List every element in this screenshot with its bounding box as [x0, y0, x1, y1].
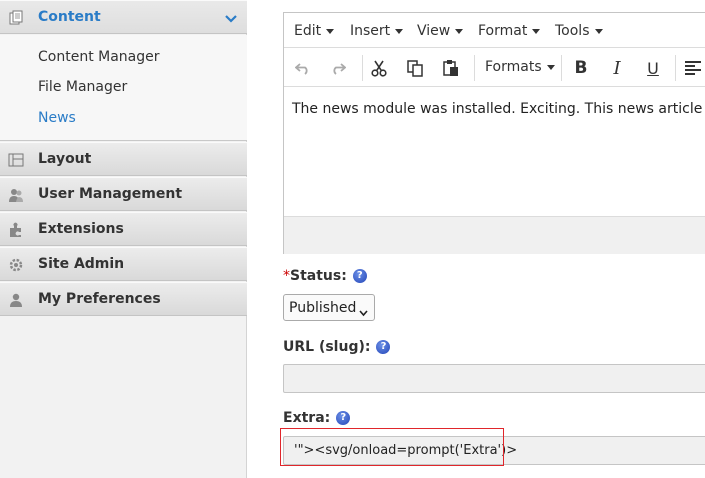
chevron-down-icon[interactable]	[225, 12, 237, 23]
url-label-text: URL (slug):	[283, 339, 371, 355]
url-slug-input[interactable]	[283, 364, 705, 393]
italic-icon: I	[613, 57, 621, 79]
copy-icon[interactable]	[404, 58, 426, 78]
sidebar-section-label: Extensions	[38, 221, 124, 237]
status-select-value: Published	[289, 299, 357, 316]
cut-icon[interactable]	[368, 58, 390, 78]
menu-label: Edit	[294, 23, 322, 39]
sidebar-item-file-manager[interactable]: File Manager	[38, 79, 127, 95]
editor-content-area[interactable]: The news module was installed. Exciting.…	[284, 88, 705, 216]
undo-icon[interactable]	[292, 58, 314, 78]
formats-label: Formats	[485, 59, 542, 75]
content-icon	[8, 10, 24, 26]
sidebar-section-content[interactable]: Content	[0, 0, 247, 34]
sidebar: Content Content Manager File Manager New…	[0, 0, 247, 478]
sidebar-item-content-manager[interactable]: Content Manager	[38, 49, 160, 65]
highlight-box	[280, 428, 504, 466]
sidebar-section-layout[interactable]: Layout	[0, 142, 247, 176]
layout-icon	[8, 152, 24, 168]
underline-icon: U	[647, 58, 659, 78]
sidebar-section-user-management[interactable]: User Management	[0, 177, 247, 211]
formats-dropdown[interactable]: Formats	[485, 59, 555, 75]
menu-format[interactable]: Format	[478, 23, 541, 39]
bold-button[interactable]: B	[570, 58, 592, 78]
editor-toolbar: Formats B I U	[284, 49, 705, 87]
main-content: Edit Insert View Format Tools Formats B …	[272, 0, 705, 478]
content-submenu: Content Manager File Manager News	[0, 35, 247, 141]
italic-button[interactable]: I	[606, 57, 628, 79]
chevron-down-icon	[359, 305, 368, 317]
status-select[interactable]: Published	[283, 294, 375, 321]
status-label-text: Status:	[290, 268, 347, 284]
user-icon	[8, 292, 24, 308]
sidebar-section-extensions[interactable]: Extensions	[0, 212, 247, 246]
paste-icon[interactable]	[440, 58, 462, 78]
menu-insert[interactable]: Insert	[350, 23, 404, 39]
menu-edit[interactable]: Edit	[294, 23, 335, 39]
sidebar-section-label: My Preferences	[38, 291, 161, 307]
menu-label: Insert	[350, 23, 391, 39]
help-icon[interactable]: ?	[336, 411, 351, 425]
url-label: URL (slug):?	[283, 339, 391, 355]
sidebar-item-news[interactable]: News	[38, 110, 76, 126]
menu-label: Tools	[555, 23, 590, 39]
bold-icon: B	[574, 58, 588, 78]
sidebar-section-label: User Management	[38, 186, 183, 202]
gear-icon	[8, 257, 24, 273]
align-left-icon[interactable]	[682, 58, 704, 78]
menu-view[interactable]: View	[417, 23, 464, 39]
editor-statusbar	[284, 216, 705, 254]
sidebar-section-label: Site Admin	[38, 256, 125, 272]
required-mark: *	[283, 268, 290, 284]
help-icon[interactable]: ?	[352, 269, 367, 283]
sidebar-section-label: Content	[38, 9, 101, 25]
rich-text-editor: Edit Insert View Format Tools Formats B …	[283, 12, 705, 254]
editor-content-text: The news module was installed. Exciting.…	[292, 101, 703, 117]
underline-button[interactable]: U	[642, 58, 664, 78]
sidebar-section-site-admin[interactable]: Site Admin	[0, 247, 247, 281]
puzzle-icon	[8, 222, 24, 238]
extra-label: Extra:?	[283, 410, 351, 426]
redo-icon[interactable]	[327, 58, 349, 78]
sidebar-section-label: Layout	[38, 151, 92, 167]
menu-label: Format	[478, 23, 528, 39]
menu-tools[interactable]: Tools	[555, 23, 603, 39]
sidebar-section-my-preferences[interactable]: My Preferences	[0, 282, 247, 316]
status-label: *Status:?	[283, 268, 367, 284]
menu-label: View	[417, 23, 451, 39]
users-icon	[8, 187, 24, 203]
help-icon[interactable]: ?	[376, 340, 391, 354]
extra-label-text: Extra:	[283, 410, 331, 426]
editor-menubar: Edit Insert View Format Tools	[284, 13, 705, 48]
